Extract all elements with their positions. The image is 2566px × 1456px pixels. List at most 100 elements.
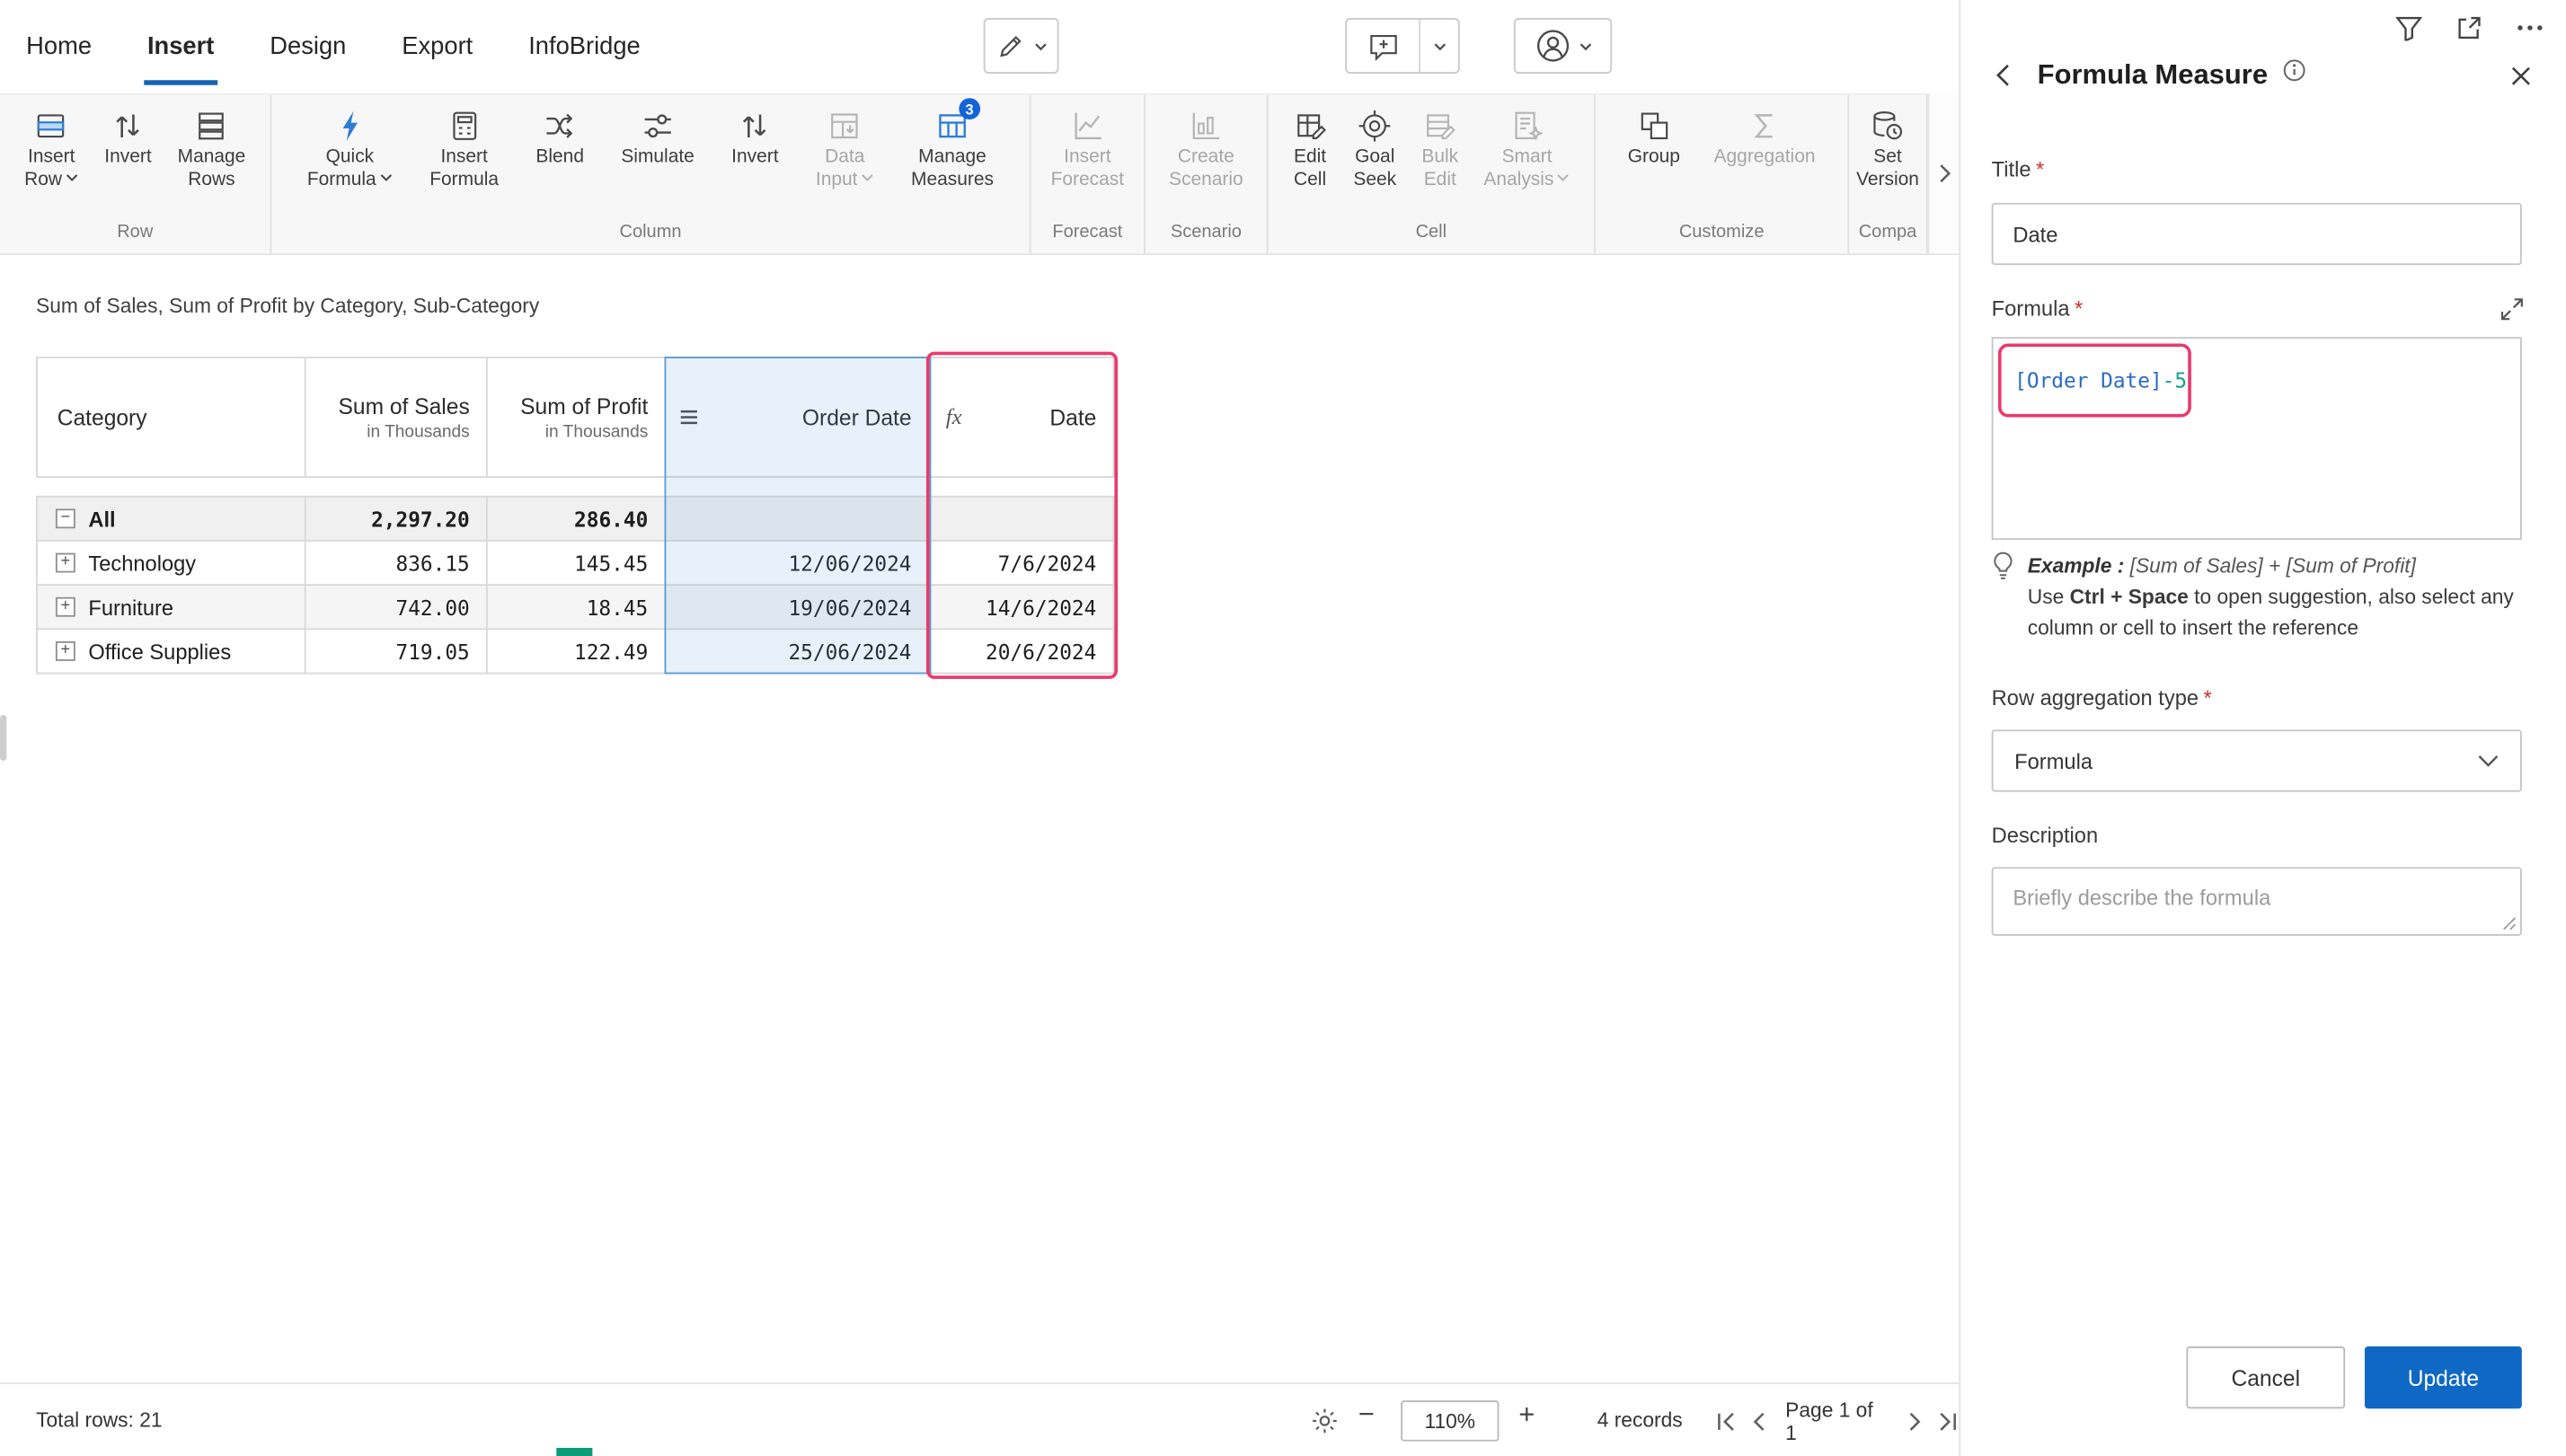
- cancel-button[interactable]: Cancel: [2186, 1346, 2345, 1408]
- tab-export[interactable]: Export: [402, 0, 473, 93]
- close-icon[interactable]: [2510, 65, 2532, 86]
- cell-category[interactable]: − All: [38, 498, 305, 540]
- update-button[interactable]: Update: [2365, 1346, 2522, 1408]
- set-version-button[interactable]: SetVersion: [1854, 103, 1921, 191]
- zoom-in-button[interactable]: +: [1518, 1399, 1535, 1431]
- aggregation-button[interactable]: Aggregation: [1712, 103, 1818, 170]
- lightbulb-icon: [1992, 552, 2015, 645]
- description-textarea[interactable]: [1992, 867, 2522, 936]
- open-in-window-icon[interactable]: [2456, 14, 2482, 40]
- bulk-edit-button[interactable]: BulkEdit: [1420, 103, 1460, 191]
- cell-order-date[interactable]: [666, 498, 927, 540]
- worksheet-canvas: Sum of Sales, Sum of Profit by Category,…: [0, 255, 1959, 1382]
- edit-mode-button[interactable]: [984, 18, 1059, 74]
- tab-insert[interactable]: Insert: [147, 0, 214, 93]
- formula-editor[interactable]: [Order Date]-5: [1992, 337, 2522, 540]
- insert-forecast-button[interactable]: InsertForecast: [1049, 103, 1126, 191]
- smart-analysis-button[interactable]: SmartAnalysis: [1482, 103, 1572, 191]
- fx-icon: fx: [946, 404, 962, 430]
- cell-date[interactable]: 7/6/2024: [930, 542, 1113, 584]
- suggestion-line: Use Ctrl + Space to open suggestion, als…: [2028, 582, 2516, 644]
- blend-button[interactable]: Blend: [535, 103, 586, 170]
- manage-measures-icon: 3: [934, 103, 970, 147]
- vertical-scrollbar-thumb[interactable]: [0, 715, 6, 761]
- tab-design[interactable]: Design: [270, 0, 346, 93]
- required-asterisk: *: [2036, 157, 2044, 181]
- settings-gear-icon[interactable]: [1311, 1407, 1339, 1434]
- collapse-toggle[interactable]: −: [56, 508, 75, 528]
- expand-editor-icon[interactable]: [2500, 298, 2524, 322]
- cell-profit[interactable]: 122.49: [488, 630, 665, 672]
- cell-date[interactable]: 20/6/2024: [930, 630, 1113, 672]
- panel-collapse-toggle[interactable]: [1928, 93, 1960, 255]
- goal-seek-button[interactable]: GoalSeek: [1352, 103, 1398, 191]
- filter-icon[interactable]: [2396, 15, 2422, 40]
- first-page-icon[interactable]: [1715, 1411, 1737, 1431]
- chevron-down-icon: [861, 172, 874, 181]
- formula-column-reference: [Order Date]: [2014, 368, 2162, 393]
- expand-toggle[interactable]: +: [56, 597, 75, 617]
- horizontal-scrollbar-thumb[interactable]: [556, 1448, 592, 1456]
- cell-order-date[interactable]: 25/06/2024: [666, 630, 927, 672]
- formula-measure-panel: Formula Measure Title* Formula* [Order D…: [1959, 0, 2566, 1456]
- manage-measures-button[interactable]: 3 ManageMeasures: [909, 103, 995, 191]
- manage-rows-button[interactable]: ManageRows: [176, 103, 247, 191]
- tab-home[interactable]: Home: [26, 0, 92, 93]
- add-comment-button[interactable]: [1345, 18, 1460, 74]
- title-input[interactable]: [1992, 203, 2522, 265]
- info-icon[interactable]: [2282, 59, 2305, 83]
- cell-sales[interactable]: 836.15: [306, 542, 486, 584]
- cell-sales[interactable]: 2,297.20: [306, 498, 486, 540]
- cell-profit[interactable]: 286.40: [488, 498, 665, 540]
- header-category[interactable]: Category: [38, 358, 305, 476]
- expand-toggle[interactable]: +: [56, 641, 75, 661]
- tab-infobridge[interactable]: InfoBridge: [528, 0, 641, 93]
- insert-row-icon: [33, 103, 69, 147]
- cell-sales[interactable]: 742.00: [306, 586, 486, 628]
- edit-cell-button[interactable]: EditCell: [1290, 103, 1330, 191]
- cell-profit[interactable]: 18.45: [488, 586, 665, 628]
- data-input-button[interactable]: DataInput: [814, 103, 875, 191]
- simulate-button[interactable]: Simulate: [619, 103, 695, 170]
- cell-sales[interactable]: 719.05: [306, 630, 486, 672]
- invert-rows-button[interactable]: Invert: [102, 103, 153, 170]
- cell-category[interactable]: + Technology: [38, 542, 305, 584]
- aggregation-select[interactable]: Formula: [1992, 729, 2522, 791]
- cell-order-date[interactable]: 12/06/2024: [666, 542, 927, 584]
- zoom-out-button[interactable]: −: [1358, 1399, 1375, 1431]
- header-sum-of-sales[interactable]: Sum of Sales in Thousands: [306, 358, 486, 476]
- quick-formula-button[interactable]: QuickFormula: [305, 103, 394, 191]
- pivot-caption: Sum of Sales, Sum of Profit by Category,…: [36, 295, 539, 318]
- insert-row-button[interactable]: InsertRow: [22, 103, 80, 191]
- cell-date[interactable]: 14/6/2024: [930, 586, 1113, 628]
- header-date[interactable]: fx Date: [930, 358, 1113, 476]
- cell-profit[interactable]: 145.45: [488, 542, 665, 584]
- group-button[interactable]: Group: [1626, 103, 1682, 170]
- back-icon[interactable]: [1995, 64, 2009, 87]
- chevron-down-icon: [1033, 41, 1047, 49]
- cell-order-date[interactable]: 19/06/2024: [666, 586, 927, 628]
- expand-toggle[interactable]: +: [56, 553, 75, 573]
- next-page-icon[interactable]: [1908, 1411, 1923, 1431]
- insert-formula-button[interactable]: InsertFormula: [428, 103, 500, 191]
- cell-category[interactable]: + Furniture: [38, 586, 305, 628]
- example-line: Example : [Sum of Sales] + [Sum of Profi…: [2028, 552, 2516, 583]
- last-page-icon[interactable]: [1938, 1411, 1960, 1431]
- header-sum-of-profit[interactable]: Sum of Profit in Thousands: [488, 358, 665, 476]
- chevron-down-icon: [2478, 754, 2500, 768]
- header-order-date[interactable]: Order Date: [666, 358, 927, 476]
- zoom-level-input[interactable]: [1402, 1402, 1498, 1440]
- create-scenario-button[interactable]: CreateScenario: [1167, 103, 1244, 191]
- previous-page-icon[interactable]: [1751, 1411, 1765, 1431]
- column-menu-icon[interactable]: [679, 409, 699, 425]
- cell-category[interactable]: + Office Supplies: [38, 630, 305, 672]
- formula-literal: -5: [2163, 368, 2187, 393]
- invert-columns-button[interactable]: Invert: [730, 103, 780, 170]
- panel-top-actions: [2396, 14, 2544, 40]
- ribbon-group-label: Cell: [1269, 223, 1594, 254]
- more-options-icon[interactable]: [2517, 24, 2543, 31]
- cell-date[interactable]: [930, 498, 1113, 540]
- chevron-down-icon[interactable]: [1419, 20, 1458, 72]
- set-version-icon: [1870, 103, 1906, 147]
- account-button[interactable]: [1514, 18, 1612, 74]
